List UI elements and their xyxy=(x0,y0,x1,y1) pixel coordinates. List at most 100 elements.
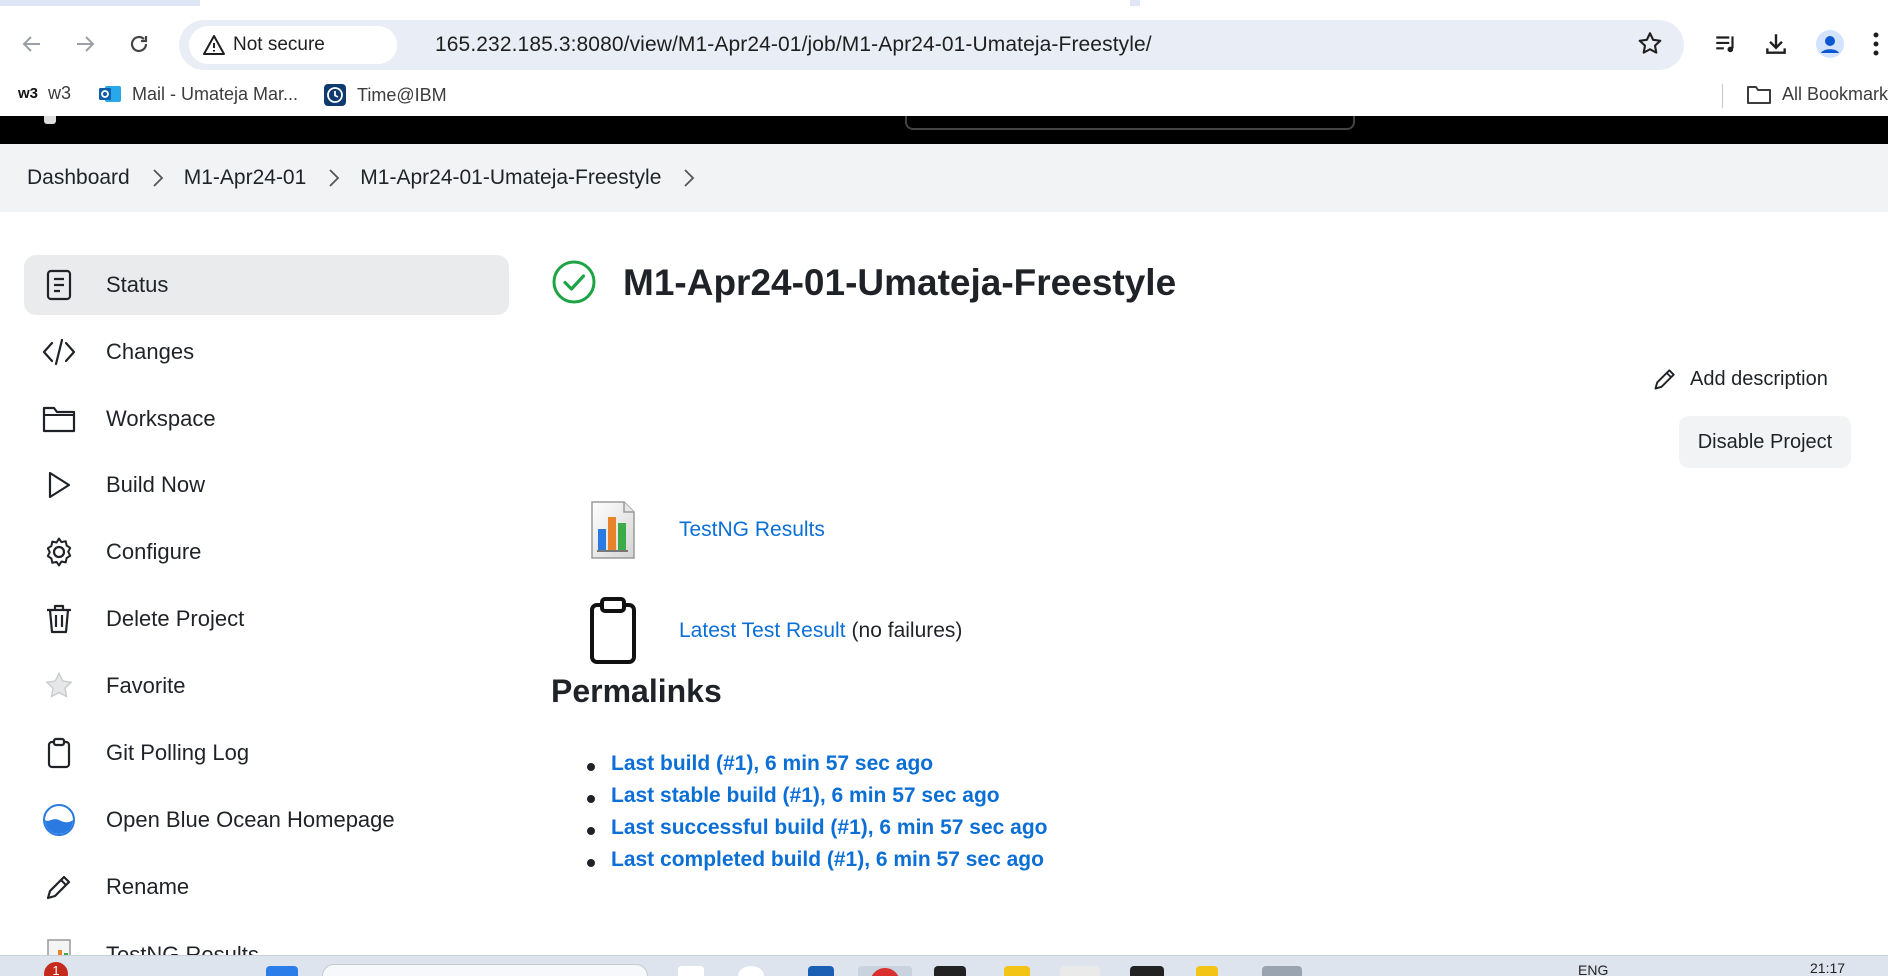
header-search-box[interactable] xyxy=(905,116,1355,130)
sidebar-item-label: Git Polling Log xyxy=(106,740,250,765)
sidebar-item-testng-results[interactable]: TestNG Results xyxy=(24,924,509,955)
app-icon[interactable] xyxy=(1196,966,1218,976)
terminal-icon[interactable] xyxy=(934,966,966,976)
last-successful-build-link[interactable]: Last successful build (#1), 6 min 57 sec… xyxy=(611,816,1048,839)
all-bookmarks-label: All Bookmarks xyxy=(1782,83,1888,104)
clipboard-icon[interactable] xyxy=(580,596,646,666)
sidebar-item-workspace[interactable]: Workspace xyxy=(24,389,509,449)
latest-test-result-link[interactable]: Latest Test Result xyxy=(679,619,846,643)
url-text[interactable]: 165.232.185.3:8080/view/M1-Apr24-01/job/… xyxy=(435,33,1152,57)
queue-music-icon xyxy=(1716,36,1734,53)
outlook-taskbar-icon[interactable] xyxy=(808,966,834,976)
last-build-link[interactable]: Last build (#1), 6 min 57 sec ago xyxy=(611,752,933,775)
outlook-icon xyxy=(98,83,122,105)
testng-results-row: TestNG Results xyxy=(580,495,825,565)
back-arrow-icon xyxy=(22,36,40,52)
language-indicator[interactable]: ENG xyxy=(1578,962,1608,976)
sidebar-item-delete-project[interactable]: Delete Project xyxy=(24,589,509,649)
chevron-right-icon[interactable] xyxy=(152,168,164,188)
breadcrumb-dashboard[interactable]: Dashboard xyxy=(27,166,130,190)
chevron-right-icon[interactable] xyxy=(328,168,340,188)
browser-menu-button[interactable] xyxy=(1866,28,1886,60)
sidebar-item-label: Build Now xyxy=(106,472,206,497)
kebab-menu-icon xyxy=(1873,32,1879,56)
testng-results-link[interactable]: TestNG Results xyxy=(679,518,825,542)
sidebar-item-blue-ocean[interactable]: Open Blue Ocean Homepage xyxy=(24,790,509,850)
status-icon xyxy=(40,266,78,304)
profile-avatar-icon xyxy=(1816,30,1844,58)
address-bar[interactable]: Not secure 165.232.185.3:8080/view/M1-Ap… xyxy=(179,20,1684,70)
windows-start-icon[interactable] xyxy=(266,966,298,976)
sidebar-item-changes[interactable]: Changes xyxy=(24,322,509,382)
list-item: Last build (#1), 6 min 57 sec ago xyxy=(587,752,1048,784)
sticky-notes-icon[interactable] xyxy=(1004,966,1030,976)
download-icon xyxy=(1766,34,1786,54)
bookmark-star-button[interactable] xyxy=(1636,30,1666,60)
taskbar-search-input[interactable] xyxy=(322,964,648,976)
sidebar-item-configure[interactable]: Configure xyxy=(24,522,509,582)
bookmark-label: w3 xyxy=(48,83,72,103)
back-button[interactable] xyxy=(12,24,52,64)
sidebar-item-build-now[interactable]: Build Now xyxy=(24,455,509,515)
page-title: M1-Apr24-01-Umateja-Freestyle xyxy=(623,262,1177,303)
sidebar-item-label: Open Blue Ocean Homepage xyxy=(106,807,395,832)
last-completed-build-link[interactable]: Last completed build (#1), 6 min 57 sec … xyxy=(611,848,1044,871)
clock-time[interactable]: 21:17 xyxy=(1810,960,1845,976)
clock-icon xyxy=(323,83,347,107)
clipboard-icon xyxy=(40,734,78,772)
no-failures-note: (no failures) xyxy=(851,619,963,642)
forward-arrow-icon xyxy=(77,36,95,52)
app-icon[interactable] xyxy=(1262,966,1302,976)
list-item: Last stable build (#1), 6 min 57 sec ago xyxy=(587,784,1048,816)
jenkins-logo[interactable] xyxy=(44,116,56,124)
jenkins-header xyxy=(0,116,1888,144)
downloads-button[interactable] xyxy=(1760,28,1792,60)
security-label: Not secure xyxy=(233,34,325,55)
sidebar-item-status[interactable]: Status xyxy=(24,255,509,315)
reload-button[interactable] xyxy=(119,24,159,64)
sidebar-item-git-polling-log[interactable]: Git Polling Log xyxy=(24,723,509,783)
notification-badge[interactable]: 1 xyxy=(44,962,68,976)
active-app-icon[interactable] xyxy=(858,966,912,976)
sidebar-item-label: Rename xyxy=(106,874,190,899)
disable-project-button[interactable]: Disable Project xyxy=(1679,416,1851,468)
folder-icon xyxy=(40,400,78,438)
breadcrumb: Dashboard M1-Apr24-01 M1-Apr24-01-Umatej… xyxy=(0,144,1888,212)
security-chip[interactable]: Not secure xyxy=(189,26,397,64)
latest-test-result-row: Latest Test Result (no failures) xyxy=(580,596,962,666)
bookmarks-bar: w3 w3 Mail - Umateja Mar... Time@IBM All… xyxy=(0,74,1888,116)
sidebar-item-favorite[interactable]: Favorite xyxy=(24,656,509,716)
file-explorer-icon[interactable] xyxy=(678,966,704,976)
media-controls-button[interactable] xyxy=(1710,28,1742,60)
chrome-icon[interactable] xyxy=(738,966,764,976)
app-icon[interactable] xyxy=(1060,966,1100,976)
star-outline-icon xyxy=(1638,32,1662,54)
sidebar-item-label: Favorite xyxy=(106,673,186,698)
sidebar-item-label: Configure xyxy=(106,539,202,564)
add-description-link[interactable]: Add description xyxy=(1652,362,1828,396)
pencil-icon xyxy=(40,868,78,906)
profile-button[interactable] xyxy=(1814,28,1846,60)
all-bookmarks[interactable]: All Bookmarks xyxy=(1746,83,1888,105)
w3-icon: w3 xyxy=(18,85,39,102)
app-icon[interactable] xyxy=(1130,966,1164,976)
bookmark-label: Time@IBM xyxy=(357,84,447,105)
chevron-right-icon[interactable] xyxy=(683,168,695,188)
gear-icon xyxy=(40,533,78,571)
bookmark-time-ibm[interactable]: Time@IBM xyxy=(323,83,447,107)
sidebar-item-label: Workspace xyxy=(106,406,216,431)
breadcrumb-job[interactable]: M1-Apr24-01-Umateja-Freestyle xyxy=(360,166,661,190)
sidebar-item-label: TestNG Results xyxy=(106,942,259,955)
forward-button[interactable] xyxy=(65,24,105,64)
testng-report-icon[interactable] xyxy=(580,495,646,565)
sidebar-item-label: Changes xyxy=(106,339,195,364)
bookmark-w3[interactable]: w3 w3 xyxy=(18,83,71,104)
blue-ocean-icon xyxy=(40,801,78,839)
last-stable-build-link[interactable]: Last stable build (#1), 6 min 57 sec ago xyxy=(611,784,1000,807)
pencil-icon xyxy=(1654,369,1675,390)
bookmark-mail[interactable]: Mail - Umateja Mar... xyxy=(98,83,298,105)
sidebar-item-rename[interactable]: Rename xyxy=(24,857,509,917)
breadcrumb-view[interactable]: M1-Apr24-01 xyxy=(184,166,307,190)
sidebar-item-label: Delete Project xyxy=(106,606,245,631)
report-icon xyxy=(40,936,78,955)
